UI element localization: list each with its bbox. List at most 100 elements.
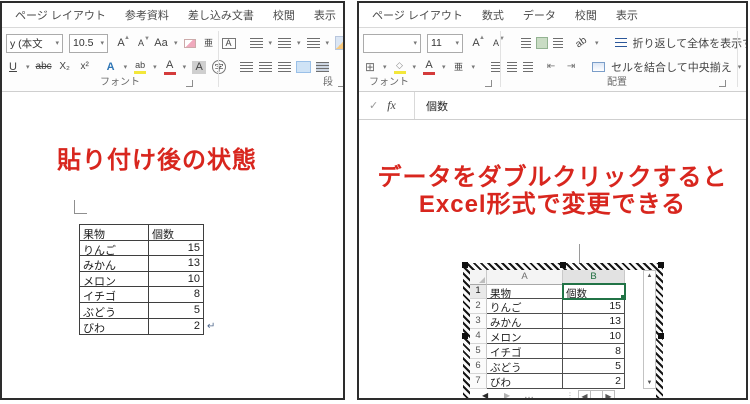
resize-handle[interactable]: [658, 333, 664, 339]
cell-a1[interactable]: 果物: [487, 284, 563, 299]
align-right-icon[interactable]: [523, 62, 533, 72]
excel-ribbon-tab[interactable]: ページ レイアウト: [372, 7, 463, 23]
word-table-cell[interactable]: りんご: [80, 241, 149, 257]
font-dialog-launcher-icon[interactable]: [485, 80, 492, 87]
cell-b1-active[interactable]: 個数: [563, 284, 625, 299]
align-right-icon[interactable]: [278, 62, 291, 72]
word-ribbon-tab[interactable]: 差し込み文書: [188, 7, 254, 23]
word-table-cell[interactable]: びわ: [80, 319, 149, 335]
font-color-icon[interactable]: A: [163, 60, 177, 75]
resize-handle[interactable]: [560, 262, 566, 268]
cell[interactable]: イチゴ: [487, 344, 563, 359]
enter-check-icon[interactable]: ✓: [369, 99, 378, 112]
cell[interactable]: 2: [563, 374, 625, 389]
word-table-header-cell[interactable]: 果物: [80, 225, 149, 241]
row-header[interactable]: 4: [470, 329, 487, 344]
text-highlight-icon[interactable]: ab: [133, 61, 147, 74]
bottom-align-icon[interactable]: [553, 38, 563, 48]
cell[interactable]: メロン: [487, 329, 563, 344]
cell[interactable]: 15: [563, 299, 625, 314]
cell[interactable]: ぶどう: [487, 359, 563, 374]
paragraph-dialog-launcher-icon[interactable]: [338, 80, 345, 87]
word-table-cell[interactable]: 5: [149, 303, 203, 319]
align-left-icon[interactable]: [240, 62, 253, 72]
font-size-combobox[interactable]: 10.5 ▾: [69, 34, 108, 53]
sheet-tab-left-icon[interactable]: ◀: [482, 390, 488, 400]
clipped-ribbon-icon[interactable]: [335, 36, 345, 50]
middle-align-icon[interactable]: [537, 38, 547, 48]
word-table-cell[interactable]: みかん: [80, 256, 149, 272]
fill-color-icon[interactable]: ◇: [393, 61, 407, 74]
scroll-down-icon[interactable]: ▼: [644, 380, 655, 386]
phonetic-guide-icon[interactable]: 亜: [202, 39, 216, 48]
row-header[interactable]: 7: [470, 374, 487, 389]
embedded-excel-object[interactable]: A B 1 果物 個数 2 りんご 15: [463, 263, 663, 400]
grow-font-button[interactable]: A▲: [469, 38, 483, 49]
distribute-icon[interactable]: [316, 62, 329, 72]
word-ribbon-tab[interactable]: 参考資料: [125, 7, 169, 23]
decrease-indent-icon[interactable]: ⇤: [544, 62, 558, 72]
font-name-combobox[interactable]: y (本文 ▾: [6, 34, 63, 53]
font-size-combobox[interactable]: 11 ▾: [427, 34, 463, 53]
excel-ribbon-tab[interactable]: 数式: [482, 7, 504, 23]
word-table-cell[interactable]: 2: [149, 319, 203, 335]
word-table-cell[interactable]: 13: [149, 256, 203, 272]
word-ribbon-tab[interactable]: 表示: [314, 7, 336, 23]
numbered-list-icon[interactable]: [278, 38, 291, 48]
cell[interactable]: 10: [563, 329, 625, 344]
cell[interactable]: みかん: [487, 314, 563, 329]
grow-font-button[interactable]: A▲: [114, 38, 128, 49]
word-table[interactable]: 果物 個数 りんご 15 みかん 13 メロン 10 イチゴ: [79, 224, 204, 335]
hscroll-right-icon[interactable]: ▶: [602, 390, 615, 400]
word-ribbon-tab[interactable]: 校閲: [273, 7, 295, 23]
align-center-icon[interactable]: [259, 62, 272, 72]
resize-handle[interactable]: [462, 333, 468, 339]
align-center-icon[interactable]: [507, 62, 517, 72]
excel-ribbon-tab[interactable]: 校閲: [575, 7, 597, 23]
justify-icon[interactable]: [297, 62, 310, 72]
sheet-tabs-ellipsis[interactable]: …: [524, 390, 534, 400]
character-shading-icon[interactable]: A: [192, 61, 206, 74]
word-table-cell[interactable]: イチゴ: [80, 287, 149, 303]
insert-function-icon[interactable]: fx: [387, 98, 396, 113]
word-table-cell[interactable]: 10: [149, 272, 203, 288]
row-header[interactable]: 1: [470, 284, 487, 299]
word-table-cell[interactable]: 8: [149, 287, 203, 303]
alignment-dialog-launcher-icon[interactable]: [719, 80, 726, 87]
word-ribbon-tab[interactable]: ページ レイアウト: [15, 7, 106, 23]
clear-formatting-icon[interactable]: [184, 39, 196, 48]
excel-ribbon-tab[interactable]: 表示: [616, 7, 638, 23]
row-header[interactable]: 2: [470, 299, 487, 314]
cell[interactable]: りんご: [487, 299, 563, 314]
subscript-button[interactable]: X₂: [58, 62, 72, 72]
increase-indent-icon[interactable]: ⇥: [564, 62, 578, 72]
font-dialog-launcher-icon[interactable]: [186, 80, 193, 87]
change-case-button[interactable]: Aa: [154, 38, 168, 49]
cell[interactable]: 8: [563, 344, 625, 359]
cell[interactable]: 13: [563, 314, 625, 329]
enclose-characters-icon[interactable]: 字: [212, 60, 226, 74]
formula-input[interactable]: 個数: [415, 98, 448, 114]
select-all-corner[interactable]: [470, 270, 487, 285]
cell[interactable]: 5: [563, 359, 625, 374]
wrap-text-button[interactable]: 折り返して全体を表示する: [633, 35, 748, 51]
underline-button[interactable]: U: [6, 62, 20, 73]
borders-icon[interactable]: ⊞: [363, 61, 377, 73]
font-name-combobox[interactable]: ▾: [363, 34, 421, 53]
strikethrough-button[interactable]: abc: [36, 62, 52, 72]
merge-center-button[interactable]: セルを結合して中央揃え: [611, 59, 732, 75]
row-header[interactable]: 5: [470, 344, 487, 359]
shrink-font-button[interactable]: A▼: [134, 39, 148, 48]
multilevel-list-icon[interactable]: [307, 38, 320, 48]
excel-ribbon-tab[interactable]: データ: [523, 7, 556, 23]
resize-handle[interactable]: [658, 262, 664, 268]
font-color-icon[interactable]: A: [422, 60, 436, 75]
word-table-cell[interactable]: メロン: [80, 272, 149, 288]
word-table-header-cell[interactable]: 個数: [149, 225, 203, 241]
orientation-icon[interactable]: ab: [575, 38, 589, 48]
text-effects-icon[interactable]: A: [104, 62, 118, 73]
vertical-scrollbar[interactable]: ▲ ▼: [643, 270, 656, 389]
row-header[interactable]: 3: [470, 314, 487, 329]
word-table-cell[interactable]: ぶどう: [80, 303, 149, 319]
scroll-up-icon[interactable]: ▲: [644, 273, 655, 279]
